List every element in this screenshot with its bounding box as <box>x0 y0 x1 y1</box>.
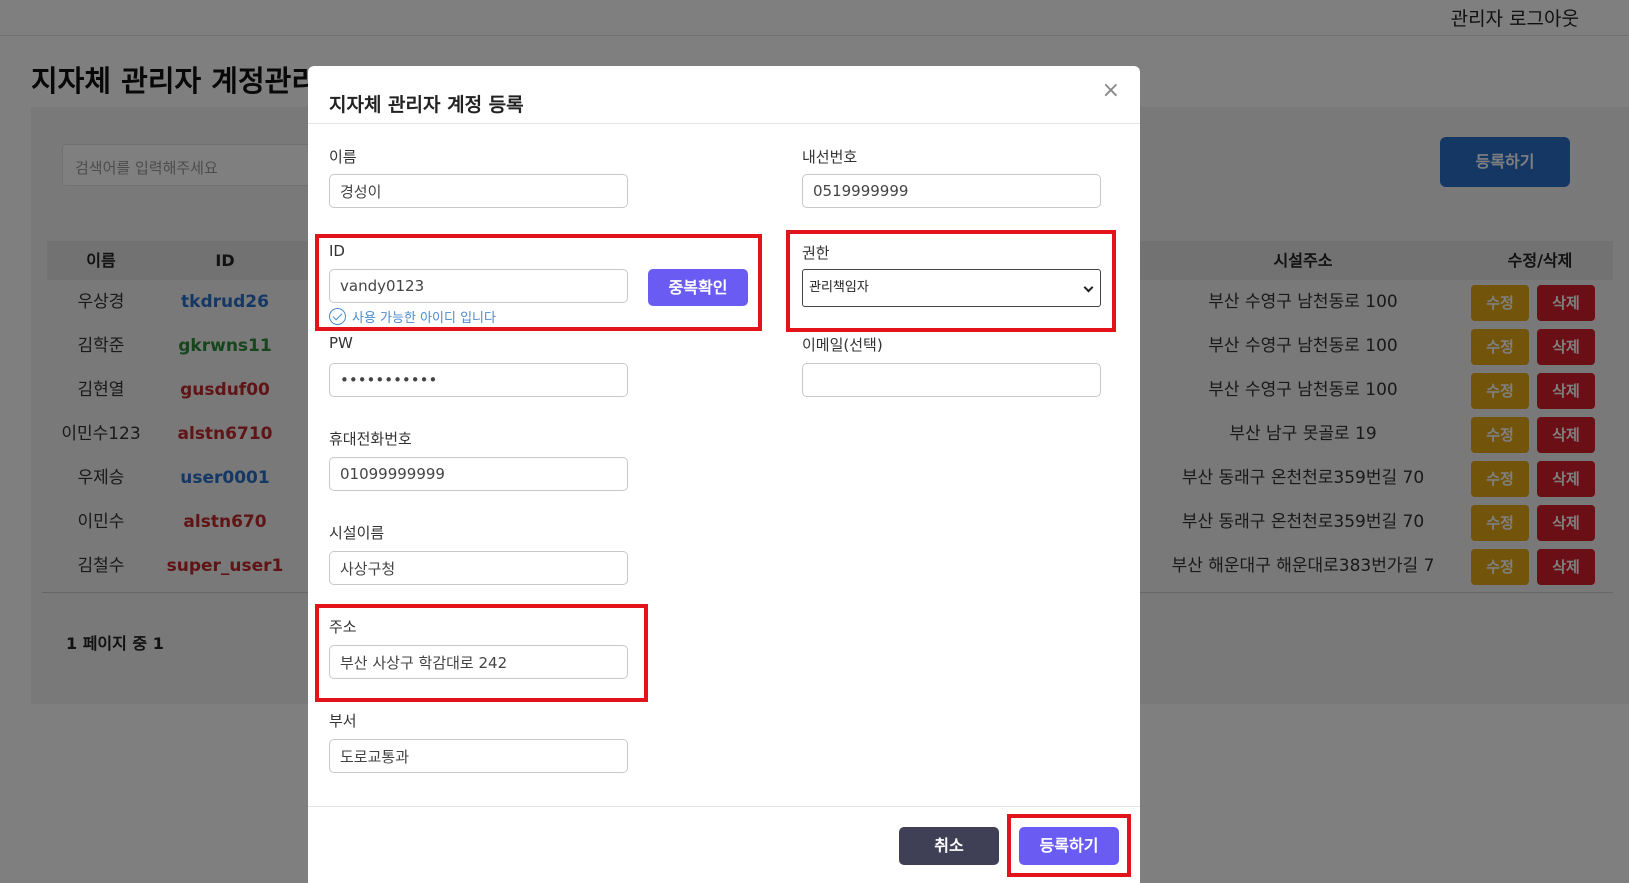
cancel-button[interactable]: 취소 <box>899 827 999 865</box>
mobile-label: 휴대전화번호 <box>329 430 412 448</box>
modal-header: 지자체 관리자 계정 등록 × <box>308 66 1140 124</box>
close-icon[interactable]: × <box>1102 80 1120 102</box>
modal-footer-divider <box>308 806 1140 807</box>
highlight-address-section <box>315 604 648 702</box>
pw-label: PW <box>329 334 353 352</box>
modal-title: 지자체 관리자 계정 등록 <box>329 94 524 116</box>
facility-input[interactable] <box>329 551 628 585</box>
highlight-submit-button <box>1007 814 1131 877</box>
mobile-input[interactable] <box>329 457 628 491</box>
department-label: 부서 <box>329 712 357 730</box>
extension-input[interactable] <box>802 174 1101 208</box>
name-label: 이름 <box>329 148 357 166</box>
department-input[interactable] <box>329 739 628 773</box>
name-input[interactable] <box>329 174 628 208</box>
register-modal: 지자체 관리자 계정 등록 × 이름 ID 중복확인 사용 가능한 아이디 입니… <box>308 66 1140 883</box>
email-label: 이메일(선택) <box>802 336 883 354</box>
facility-label: 시설이름 <box>329 524 385 542</box>
highlight-id-section <box>315 234 762 331</box>
pw-input[interactable] <box>329 363 628 397</box>
highlight-role-section <box>786 230 1116 332</box>
extension-label: 내선번호 <box>802 148 858 166</box>
email-input[interactable] <box>802 363 1101 397</box>
